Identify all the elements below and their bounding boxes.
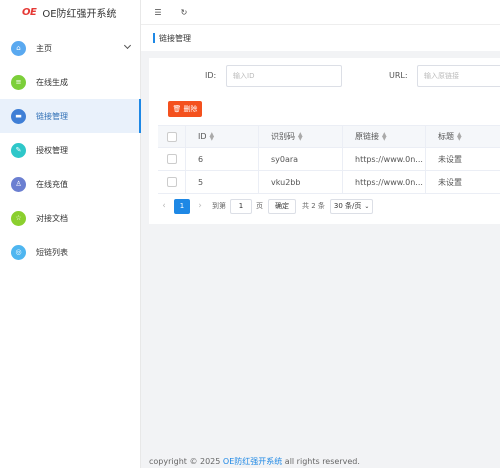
chevron-down-icon[interactable]	[123, 41, 132, 50]
goto-label: 到第	[212, 202, 226, 210]
column-header-code[interactable]: 识别码 ▲ ▼	[259, 126, 343, 147]
sidebar-item-label: 对接文档	[36, 213, 68, 223]
cell-url: https://www.0n...	[343, 148, 426, 170]
cell-id: 6	[186, 148, 259, 170]
page-header: 链接管理	[141, 24, 500, 51]
sidebar-item-label: 在线生成	[36, 77, 68, 87]
table-row[interactable]: 6 sy0ara https://www.0n... 未设置	[158, 148, 500, 171]
delete-button-label: 删除	[183, 105, 198, 113]
url-label: URL:	[389, 71, 408, 80]
table-header: ID ▲ ▼ 识别码 ▲ ▼ 原链接 ▲ ▼ 标题 ▲ ▼	[158, 125, 500, 148]
cell-url: https://www.0n...	[343, 171, 426, 193]
layers-icon: ≡	[11, 74, 26, 90]
id-search-input[interactable]: 输入ID	[226, 65, 342, 87]
row-checkbox-cell	[158, 171, 186, 193]
column-header-title[interactable]: 标题 ▲ ▼	[426, 126, 500, 147]
title-accent-bar	[153, 33, 155, 43]
row-checkbox-cell	[158, 148, 186, 170]
prev-page-button[interactable]: ‹	[158, 201, 170, 211]
id-label: ID:	[205, 71, 217, 80]
footer-link[interactable]: OE防红强开系统	[223, 457, 282, 466]
sidebar-item-link-management[interactable]: ▬ 链接管理	[0, 99, 141, 133]
home-icon: ⌂	[11, 40, 26, 56]
column-header-label: 识别码	[271, 132, 295, 141]
sidebar-item-generate[interactable]: ≡ 在线生成	[0, 65, 140, 99]
sidebar-item-label: 在线充值	[36, 179, 68, 189]
sidebar-item-docs[interactable]: ☆ 对接文档	[0, 201, 140, 235]
trash-icon: 🗑	[172, 105, 182, 113]
sidebar-item-recharge[interactable]: ♙ 在线充值	[0, 167, 140, 201]
column-header-label: ID	[198, 132, 207, 141]
page-unit-label: 页	[256, 202, 263, 210]
top-bar: ☰ ↻	[141, 0, 500, 24]
chevron-down-icon: ⌄	[364, 202, 370, 210]
page-title: 链接管理	[159, 33, 191, 43]
sidebar-item-label: 主页	[36, 43, 52, 53]
authorize-icon: ✎	[11, 142, 26, 158]
brand-name: OE防红强开系统	[42, 8, 117, 20]
refresh-icon[interactable]: ↻	[177, 5, 191, 19]
menu-toggle-icon[interactable]: ☰	[151, 5, 165, 19]
url-search-input[interactable]: 输入原链接	[417, 65, 500, 87]
sidebar-item-shortlinks[interactable]: ◎ 短链列表	[0, 235, 140, 269]
link-list-icon: ▬	[11, 108, 26, 124]
row-checkbox[interactable]	[166, 177, 177, 187]
recharge-icon: ♙	[11, 176, 26, 192]
sidebar-item-label: 链接管理	[36, 111, 68, 121]
column-header-label: 原链接	[355, 132, 379, 141]
sidebar-item-authorization[interactable]: ✎ 授权管理	[0, 133, 140, 167]
header-checkbox-cell	[158, 126, 186, 147]
sidebar-item-label: 授权管理	[36, 145, 68, 155]
search-form: ID: 输入ID URL: 输入原链接	[149, 65, 500, 87]
page-number-current[interactable]: 1	[174, 198, 190, 214]
sidebar: OE OE防红强开系统 ⌂ 主页 ≡ 在线生成 ▬ 链接管理 ✎ 授权管理 ♙ …	[0, 0, 141, 468]
column-header-label: 标题	[438, 132, 454, 141]
page-size-value: 30 条/页	[333, 202, 362, 210]
page-size-select[interactable]: 30 条/页 ⌄	[329, 198, 374, 214]
column-header-url[interactable]: 原链接 ▲ ▼	[343, 126, 426, 147]
footer-prefix: copyright © 2025	[149, 457, 223, 466]
sort-icon[interactable]: ▲ ▼	[298, 131, 303, 141]
cell-code: vku2bb	[259, 171, 343, 193]
cell-title: 未设置	[438, 154, 462, 164]
delete-button[interactable]: 🗑 删除	[168, 101, 202, 117]
table-row[interactable]: 5 vku2bb https://www.0n... 未设置	[158, 171, 500, 194]
sidebar-item-label: 短链列表	[36, 247, 68, 257]
cell-title: 未设置	[438, 177, 462, 187]
footer-suffix: all rights reserved.	[282, 457, 360, 466]
star-icon: ☆	[11, 210, 26, 226]
select-all-checkbox[interactable]	[166, 131, 177, 142]
sidebar-item-home[interactable]: ⌂ 主页	[0, 31, 140, 65]
goto-confirm-button[interactable]: 确定	[268, 198, 296, 214]
sort-icon[interactable]: ▲ ▼	[210, 131, 215, 141]
goto-page-input[interactable]: 1	[230, 198, 252, 214]
row-checkbox[interactable]	[166, 154, 177, 164]
brand-logo: OE	[22, 6, 37, 18]
content-card: ID: 输入ID URL: 输入原链接 🗑 删除 ID ▲ ▼ 识别码 ▲ ▼ 原链…	[149, 58, 500, 224]
cell-code: sy0ara	[259, 148, 343, 170]
next-page-button[interactable]: ›	[194, 201, 206, 211]
links-table: ID ▲ ▼ 识别码 ▲ ▼ 原链接 ▲ ▼ 标题 ▲ ▼ 6 sy0ara https…	[158, 125, 500, 194]
sort-icon[interactable]: ▲ ▼	[457, 131, 462, 141]
sort-icon[interactable]: ▲ ▼	[382, 131, 387, 141]
footer: copyright © 2025 OE防红强开系统 all rights res…	[149, 456, 360, 467]
pagination: ‹ 1 › 到第 1 页 确定 共 2 条 30 条/页 ⌄	[158, 197, 374, 215]
shortlink-icon: ◎	[11, 244, 26, 260]
total-count: 共 2 条	[302, 202, 325, 210]
column-header-id[interactable]: ID ▲ ▼	[186, 126, 259, 147]
sidebar-menu: ⌂ 主页 ≡ 在线生成 ▬ 链接管理 ✎ 授权管理 ♙ 在线充值 ☆ 对接文档 …	[0, 31, 141, 269]
brand[interactable]: OE OE防红强开系统	[0, 0, 140, 24]
cell-id: 5	[186, 171, 259, 193]
